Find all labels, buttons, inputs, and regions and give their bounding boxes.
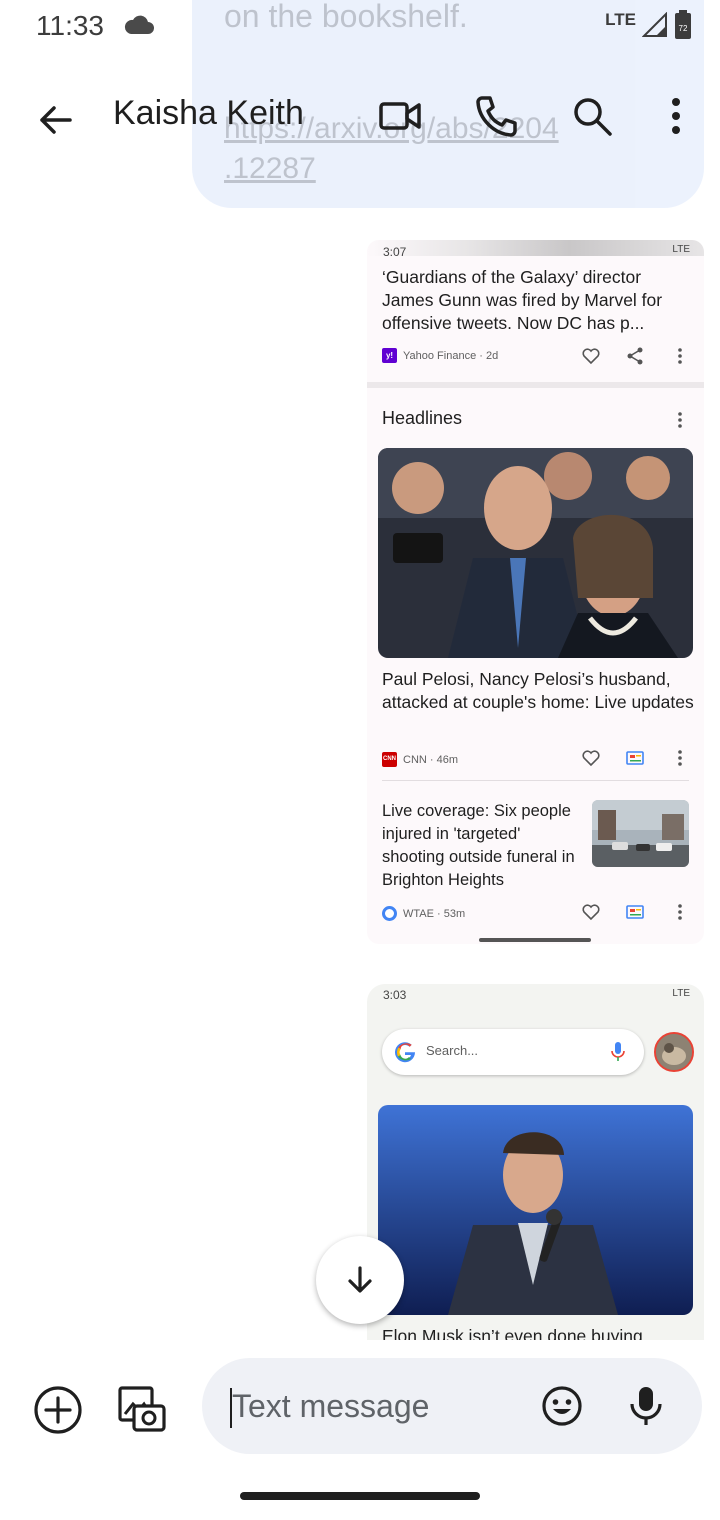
more-options-icon[interactable] <box>652 92 700 140</box>
gesture-nav-handle[interactable] <box>240 1492 480 1500</box>
search-placeholder: Search... <box>426 1043 479 1058</box>
news-photo <box>378 448 693 658</box>
mini-status-time: 3:03 <box>383 988 407 1002</box>
status-time: 11:33 <box>36 10 104 41</box>
more-vert-icon <box>678 412 682 428</box>
full-coverage-icon <box>626 751 644 765</box>
google-search-bar: Search... <box>382 1029 644 1075</box>
network-label: LTE <box>605 10 636 29</box>
section-divider <box>367 382 704 388</box>
story-headline: Live coverage: Six people injured in 'ta… <box>382 802 575 889</box>
mini-status-bar: 3:07 LTE <box>367 240 704 259</box>
cloud-icon <box>124 15 154 34</box>
news-thumbnail <box>592 800 689 867</box>
source-label: CNN · 46m <box>403 753 459 766</box>
source-label: WTAE · 53m <box>403 907 466 920</box>
full-coverage-icon <box>626 905 644 919</box>
story-headline: Elon Musk isn’t even done buying <box>382 1326 643 1340</box>
card-divider <box>382 780 689 781</box>
gallery-camera-icon[interactable] <box>116 1382 168 1434</box>
story-source: WTAE · 53m <box>382 906 465 921</box>
add-attachment-icon[interactable] <box>32 1384 84 1436</box>
wtae-logo-icon <box>382 906 397 921</box>
video-call-icon[interactable] <box>376 92 424 140</box>
heart-icon <box>582 348 600 365</box>
arrow-down-icon <box>348 1266 372 1293</box>
cnn-logo-icon: CNN <box>382 752 397 767</box>
signal-icon <box>642 12 667 37</box>
status-indicators: LTE 72 <box>605 10 692 40</box>
text-message-input[interactable]: Text message <box>202 1358 702 1454</box>
avatar <box>654 1032 694 1072</box>
source-label: Yahoo Finance · 2d <box>403 349 499 362</box>
image-attachment-google-feed[interactable]: 3:03 LTE Search... Elon Musk isn’t even … <box>367 984 704 1340</box>
battery-icon: 72 <box>675 10 691 39</box>
phone-call-icon[interactable] <box>472 92 520 140</box>
yahoo-logo-icon: y! <box>382 348 397 363</box>
mini-status-time: 3:07 <box>383 245 407 259</box>
mini-network-label: LTE <box>672 244 690 255</box>
more-vert-icon <box>678 750 682 766</box>
compose-bar: Text message <box>0 1340 720 1470</box>
share-icon <box>627 347 643 365</box>
story-headline: ‘Guardians of the Galaxy’ director James… <box>382 267 663 333</box>
mini-nav-handle <box>479 938 591 942</box>
story-headline: Paul Pelosi, Nancy Pelosi’s husband, att… <box>382 669 694 712</box>
news-photo <box>378 1105 693 1315</box>
heart-icon <box>582 750 600 767</box>
search-icon[interactable] <box>568 92 616 140</box>
story-source: CNN CNN · 46m <box>382 752 458 767</box>
mic-icon <box>611 1042 625 1061</box>
back-arrow-icon[interactable] <box>28 92 84 148</box>
contact-name[interactable]: Kaisha Keith <box>113 94 304 133</box>
status-bar: 11:33 LTE 72 <box>0 0 720 56</box>
image-attachment-news-feed[interactable]: 3:07 LTE ‘Guardians of the Galaxy’ direc… <box>367 240 704 944</box>
more-vert-icon <box>678 904 682 920</box>
mini-network-label: LTE <box>672 988 690 999</box>
more-vert-icon <box>678 348 682 364</box>
story-source: y! Yahoo Finance · 2d <box>382 348 498 363</box>
text-message-placeholder: Text message <box>232 1388 430 1424</box>
scroll-to-bottom-button[interactable] <box>316 1236 404 1324</box>
google-logo-icon <box>395 1042 416 1063</box>
emoji-icon[interactable] <box>540 1384 584 1428</box>
heart-icon <box>582 904 600 921</box>
voice-input-mic-icon[interactable] <box>626 1384 666 1428</box>
section-title: Headlines <box>382 408 463 428</box>
top-app-bar: Kaisha Keith <box>0 56 720 180</box>
svg-text:72: 72 <box>679 24 688 33</box>
